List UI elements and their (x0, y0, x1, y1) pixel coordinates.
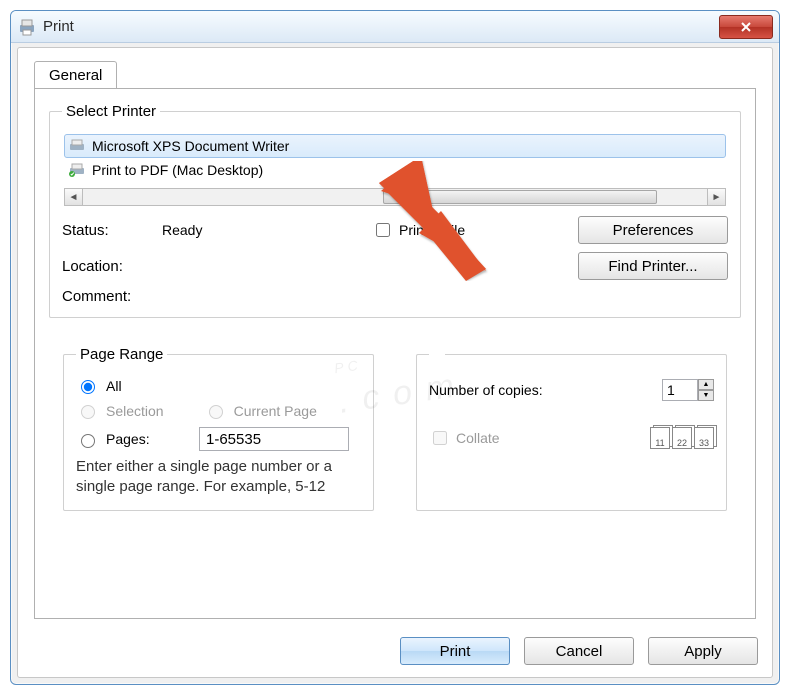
status-value: Ready (162, 222, 372, 238)
comment-label: Comment: (62, 288, 162, 305)
scroll-left-button[interactable]: ◄ (65, 189, 83, 205)
copies-label: Number of copies: (429, 382, 543, 398)
collate-input (433, 431, 447, 445)
printer-item-pdf[interactable]: Print to PDF (Mac Desktop) (64, 158, 726, 182)
scroll-right-button[interactable]: ► (707, 189, 725, 205)
radio-pages-row[interactable]: Pages: (76, 427, 361, 451)
page-range-group: Page Range All Selection Current Page (63, 346, 374, 511)
copies-group: x Number of copies: ▲ ▼ (416, 346, 727, 511)
scroll-thumb[interactable] (383, 190, 658, 204)
tab-general[interactable]: General (34, 61, 117, 90)
printer-list-scrollbar[interactable]: ◄ ► (64, 188, 726, 206)
radio-current (209, 405, 223, 419)
pages-input[interactable] (199, 427, 349, 451)
dialog-buttons: Print Cancel Apply (400, 637, 758, 665)
radio-selection-label: Selection (106, 403, 164, 419)
close-icon (740, 21, 752, 33)
select-printer-group: Select Printer Microsoft XPS Document Wr… (49, 103, 741, 318)
printer-item-label: Print to PDF (Mac Desktop) (92, 162, 263, 178)
close-button[interactable] (719, 15, 773, 39)
tab-strip: General (34, 60, 117, 89)
collate-label: Collate (456, 430, 500, 446)
copies-spinner[interactable]: ▲ ▼ (662, 379, 714, 401)
collate-page-1: 11 (650, 427, 670, 449)
tab-panel-general: Select Printer Microsoft XPS Document Wr… (34, 88, 756, 619)
copies-down-button[interactable]: ▼ (698, 390, 714, 401)
print-dialog: Print General Select Printer Microsoft X… (10, 10, 780, 685)
printer-icon (68, 163, 86, 177)
titlebar[interactable]: Print (11, 11, 779, 43)
copies-up-button[interactable]: ▲ (698, 379, 714, 390)
radio-all-row[interactable]: All (76, 377, 361, 394)
radio-all[interactable] (81, 380, 95, 394)
preferences-button[interactable]: Preferences (578, 216, 728, 244)
cancel-button[interactable]: Cancel (524, 637, 634, 665)
radio-selection-row: Selection (76, 402, 164, 419)
collate-page-2: 22 (672, 427, 692, 449)
printer-item-label: Microsoft XPS Document Writer (92, 138, 289, 154)
collate-page-3: 33 (694, 427, 714, 449)
page-range-hint: Enter either a single page number or a s… (76, 457, 361, 498)
status-label: Status: (62, 222, 162, 239)
radio-all-label: All (106, 378, 122, 394)
print-to-file-input[interactable] (376, 223, 390, 237)
collate-icon: 11 22 33 (650, 427, 714, 449)
radio-pages-label: Pages: (106, 431, 191, 447)
find-printer-button[interactable]: Find Printer... (578, 252, 728, 280)
radio-current-row: Current Page (204, 402, 317, 419)
print-to-file-checkbox[interactable]: Print to file (372, 220, 578, 240)
apply-button[interactable]: Apply (648, 637, 758, 665)
radio-pages[interactable] (81, 434, 95, 448)
radio-current-label: Current Page (234, 403, 317, 419)
print-button[interactable]: Print (400, 637, 510, 665)
collate-checkbox: Collate (429, 428, 500, 448)
page-range-legend: Page Range (76, 346, 167, 363)
client-area: General Select Printer Microsoft XPS Doc… (17, 47, 773, 678)
printer-item-xps[interactable]: Microsoft XPS Document Writer (64, 134, 726, 158)
printer-list[interactable]: Microsoft XPS Document Writer Print to P… (64, 134, 726, 182)
print-to-file-label: Print to file (399, 222, 465, 238)
scroll-track[interactable] (83, 189, 707, 205)
window-title: Print (43, 18, 74, 35)
copies-input[interactable] (662, 379, 698, 401)
radio-selection (81, 405, 95, 419)
select-printer-legend: Select Printer (62, 103, 160, 120)
printer-app-icon (17, 17, 37, 37)
printer-icon (68, 139, 86, 153)
location-label: Location: (62, 258, 162, 275)
